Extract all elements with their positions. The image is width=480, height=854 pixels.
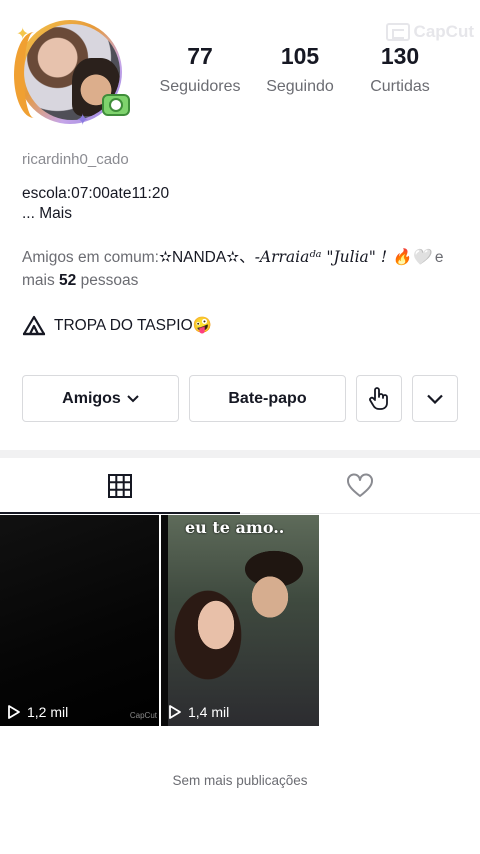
star-icon: ✦	[76, 112, 90, 129]
mutual-prefix: Amigos em comum:	[22, 249, 159, 266]
tab-liked[interactable]	[240, 458, 480, 514]
group-link[interactable]: TROPA DO TASPIO🤪	[22, 314, 212, 336]
bio-more-link[interactable]: ... Mais	[22, 205, 72, 223]
view-count-text: 1,2 mil	[27, 704, 69, 720]
more-options-button[interactable]	[412, 375, 458, 422]
group-name: TROPA DO TASPIO🤪	[54, 316, 212, 334]
following-stat[interactable]: 105 Seguindo	[250, 42, 350, 96]
moon-icon	[14, 32, 54, 118]
video-grid: 1,2 mil CapCut eu te amo.. 1,4 mil	[0, 515, 480, 727]
followers-stat[interactable]: 77 Seguidores	[150, 42, 250, 96]
chat-button[interactable]: Bate-papo	[189, 375, 346, 422]
active-tab-indicator	[0, 512, 240, 514]
following-count: 105	[280, 43, 320, 69]
likes-stat[interactable]: 130 Curtidas	[350, 42, 450, 96]
thumbnail-photo	[168, 515, 319, 726]
heart-icon	[347, 473, 373, 497]
star-icon: ✦	[16, 26, 30, 43]
followers-count: 77	[187, 43, 213, 69]
username: ricardinh0_cado	[22, 151, 129, 168]
view-count: 1,2 mil	[6, 704, 68, 720]
likes-count: 130	[380, 43, 420, 69]
pointing-hand-icon	[369, 386, 388, 410]
view-count: 1,4 mil	[167, 704, 229, 720]
grid-icon	[108, 474, 132, 498]
chevron-down-icon	[427, 394, 443, 404]
profile-header: ✦ ✦ 77 Seguidores 105 Seguindo 130 Curti…	[0, 18, 480, 138]
following-label: Seguindo	[266, 78, 334, 95]
avatar[interactable]: ✦ ✦	[14, 18, 132, 129]
camera-icon	[102, 94, 130, 116]
play-icon	[169, 705, 181, 719]
profile-tabs	[0, 458, 480, 514]
mutual-and: e	[430, 249, 444, 266]
followers-label: Seguidores	[159, 78, 241, 95]
chevron-down-icon	[127, 394, 139, 402]
chat-button-label: Bate-papo	[228, 389, 307, 407]
section-divider	[0, 450, 480, 458]
no-more-posts-text: Sem mais publicações	[172, 773, 308, 788]
poke-button[interactable]	[356, 375, 402, 422]
mutual-name-1: ✫NANDA✫、	[158, 249, 255, 266]
video-thumbnail[interactable]: 1,2 mil CapCut	[0, 515, 159, 726]
play-icon	[8, 705, 20, 719]
friends-button[interactable]: Amigos	[22, 375, 179, 422]
thumbnail-watermark: CapCut	[129, 711, 157, 720]
friends-button-label: Amigos	[62, 389, 121, 407]
mutual-friends[interactable]: Amigos em comum:✫NANDA✫、-Arraiaᵈᵃ "Julia…	[22, 246, 462, 292]
mutual-mais: mais	[22, 272, 60, 289]
likes-label: Curtidas	[370, 78, 430, 95]
thumbnail-caption: eu te amo..	[185, 518, 285, 537]
tab-videos[interactable]	[0, 458, 240, 514]
tent-icon	[22, 315, 46, 336]
bio-text: escola:07:00ate11:20	[22, 185, 170, 202]
mutual-name-2: -Arraiaᵈᵃ "Julia" ! 🔥🤍	[254, 248, 431, 266]
profile-stats: 77 Seguidores 105 Seguindo 130 Curtidas	[150, 42, 450, 96]
video-thumbnail[interactable]: eu te amo.. 1,4 mil	[161, 515, 319, 726]
mutual-count: 52	[59, 272, 77, 289]
view-count-text: 1,4 mil	[188, 704, 230, 720]
mutual-suffix: pessoas	[76, 272, 139, 289]
